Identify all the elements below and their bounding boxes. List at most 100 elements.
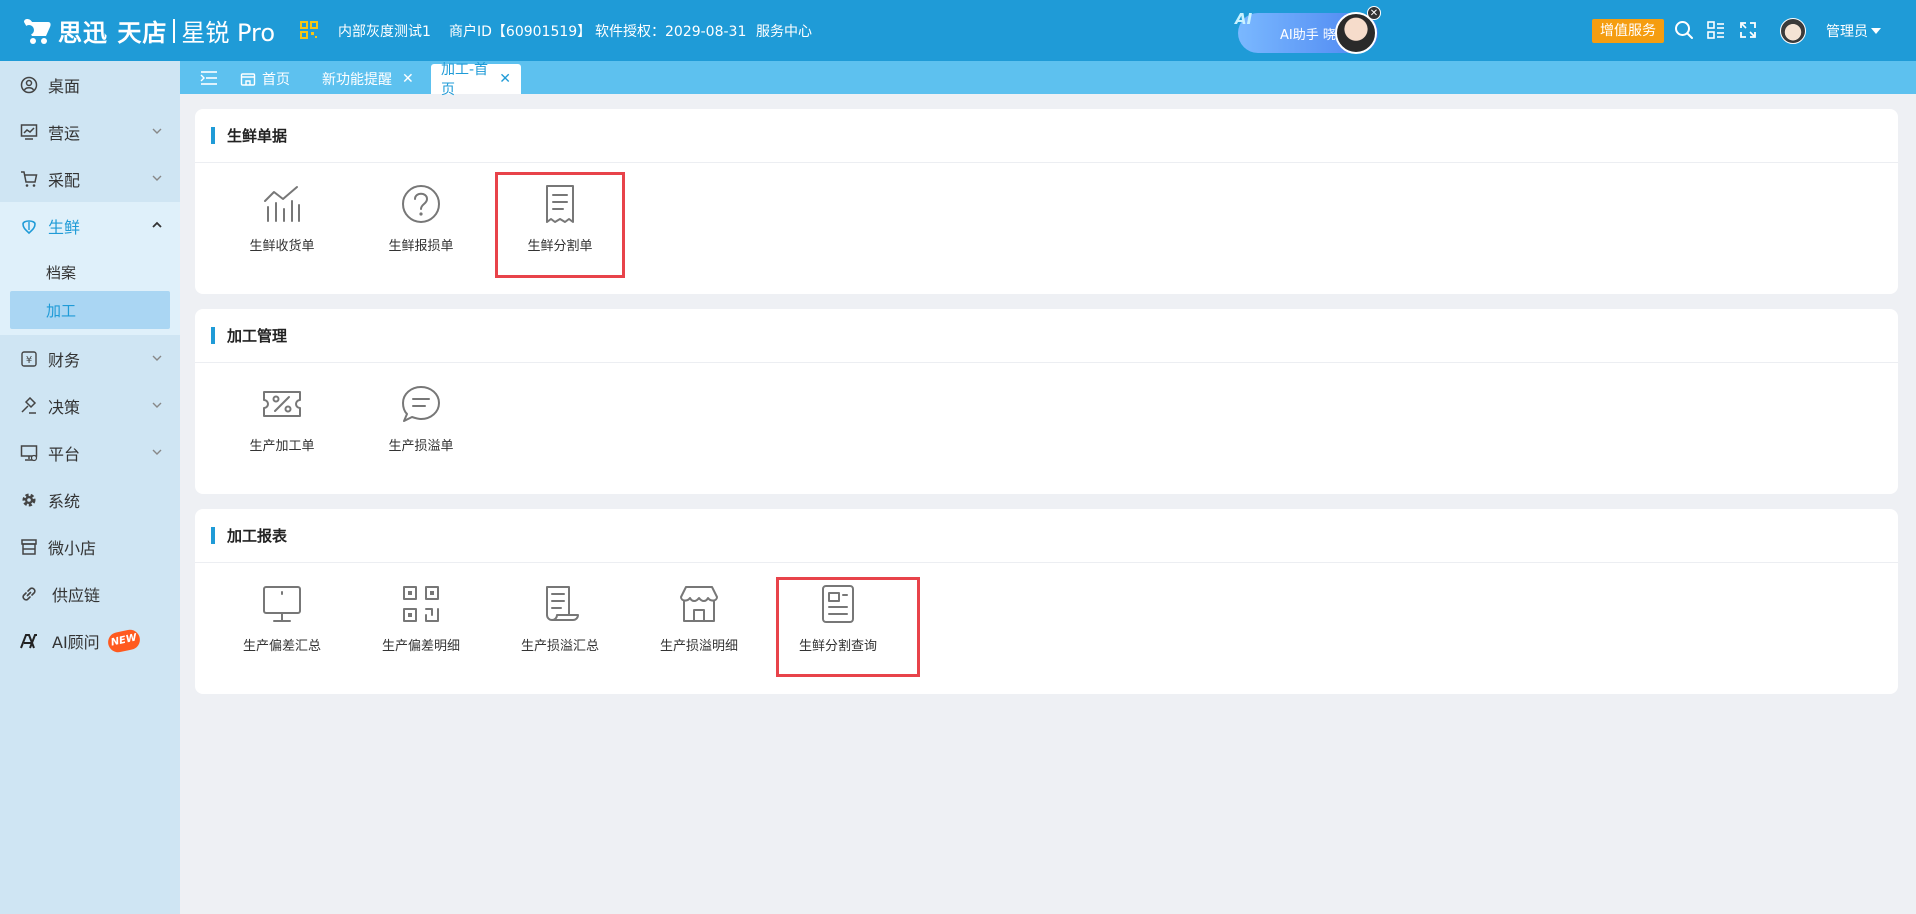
grid-menu-icon[interactable] <box>1706 20 1726 40</box>
sidebar-item-label: AI顾问 <box>52 632 100 652</box>
sidebar-subitem-archive[interactable]: 档案 <box>10 253 170 291</box>
dashboard-icon <box>20 76 38 93</box>
value-added-services-button[interactable]: 增值服务 <box>1592 19 1664 43</box>
tile-loss-summary[interactable]: 生产损溢汇总 <box>495 571 625 675</box>
tab-label: 首页 <box>262 72 290 88</box>
sidebar-item-procurement[interactable]: 采配 <box>0 155 180 202</box>
chevron-down-icon <box>152 402 162 408</box>
tab-label: 加工-首页 <box>441 62 489 98</box>
app-logo[interactable]: 思迅 天店 星锐 Pro <box>20 0 275 61</box>
cart-logo-icon <box>24 18 51 44</box>
logo-text: 思迅 天店 <box>58 19 168 47</box>
tile-fresh-loss[interactable]: 生鲜报损单 <box>356 171 486 275</box>
question-icon <box>402 185 440 223</box>
sidebar-item-operations[interactable]: 营运 <box>0 108 180 155</box>
section-header: 加工管理 <box>195 309 1898 363</box>
link-icon <box>22 586 36 601</box>
tab-label: 新功能提醒 <box>322 72 392 88</box>
sidebar-item-platform[interactable]: 平台 <box>0 429 180 476</box>
sidebar-item-system[interactable]: 系统 <box>0 476 180 523</box>
sidebar-item-label: 生鲜 <box>48 217 81 237</box>
monitor-icon <box>263 586 301 622</box>
tile-production-loss[interactable]: 生产损溢单 <box>356 371 486 475</box>
sidebar-item-label: 微小店 <box>48 538 97 558</box>
chevron-down-icon <box>152 128 162 134</box>
section-processing-management: 加工管理 生产加工单 生产损溢单 <box>195 309 1898 494</box>
top-header: 思迅 天店 星锐 Pro 内部灰度测试1 商户ID【60901519】 软件授权… <box>0 0 1916 61</box>
tile-label: 生产损溢汇总 <box>520 639 599 654</box>
sidebar-item-label: 决策 <box>48 397 81 417</box>
chart-icon <box>264 186 300 222</box>
section-accent-bar <box>211 327 215 344</box>
search-icon[interactable] <box>1674 20 1694 40</box>
tile-loss-detail[interactable]: 生产损溢明细 <box>634 571 764 675</box>
section-accent-bar <box>211 127 215 144</box>
ai-icon <box>20 633 37 648</box>
collapse-menu-icon[interactable] <box>200 70 218 86</box>
chevron-down-icon <box>152 355 162 361</box>
sidebar-item-label: 采配 <box>48 170 81 190</box>
section-fresh-documents: 生鲜单据 生鲜收货单 生鲜报损单 生鲜分割单 <box>195 109 1898 294</box>
sidebar-item-decision[interactable]: 决策 <box>0 382 180 429</box>
sidebar-item-label: 供应链 <box>52 585 101 605</box>
sidebar-item-desktop[interactable]: 桌面 <box>0 61 180 108</box>
sidebar-item-label: 平台 <box>48 444 81 464</box>
gear-icon <box>22 493 36 506</box>
svg-text:¥: ¥ <box>26 355 32 366</box>
chevron-down-icon <box>152 449 162 455</box>
merchant-id: 商户ID【60901519】 <box>449 23 592 40</box>
fullscreen-icon[interactable] <box>1738 20 1758 40</box>
sidebar-subitem-processing[interactable]: 加工 <box>10 291 170 329</box>
sidebar-item-fresh[interactable]: 生鲜 <box>0 202 180 249</box>
qr-icon <box>403 586 439 622</box>
tab-new-features[interactable]: 新功能提醒 ✕ <box>322 64 414 94</box>
section-accent-bar <box>211 527 215 544</box>
section-title: 加工报表 <box>227 527 288 545</box>
tile-production-order[interactable]: 生产加工单 <box>217 371 347 475</box>
sidebar-item-label: 系统 <box>48 491 81 511</box>
tile-deviation-summary[interactable]: 生产偏差汇总 <box>217 571 347 675</box>
sidebar-item-finance[interactable]: ¥ 财务 <box>0 335 180 382</box>
operations-icon <box>20 123 38 140</box>
tile-deviation-detail[interactable]: 生产偏差明细 <box>356 571 486 675</box>
section-processing-reports: 加工报表 生产偏差汇总 生产偏差明细 生产损溢汇总 生产损溢明细 生鲜分割查询 <box>195 509 1898 694</box>
fresh-icon <box>22 219 36 234</box>
chevron-up-icon <box>152 221 162 228</box>
sidebar-item-supply-chain[interactable]: 供应链 <box>0 570 180 617</box>
ai-close-icon[interactable]: ✕ <box>1367 6 1381 20</box>
chevron-down-icon <box>152 175 162 181</box>
close-icon[interactable]: ✕ <box>499 71 511 87</box>
user-name: 管理员 <box>1826 23 1868 40</box>
cart-icon <box>21 170 38 187</box>
license-expiry: 软件授权：2029-08-31 <box>595 23 747 40</box>
sidebar-item-mini-shop[interactable]: 微小店 <box>0 523 180 570</box>
close-icon[interactable]: ✕ <box>402 71 414 87</box>
org-name: 内部灰度测试1 <box>338 23 431 40</box>
tile-label: 生产损溢明细 <box>659 639 738 654</box>
chat-icon <box>402 386 440 422</box>
section-header: 生鲜单据 <box>195 109 1898 163</box>
ai-badge: AI <box>1235 10 1253 28</box>
decision-icon <box>21 396 37 414</box>
user-avatar[interactable] <box>1780 18 1806 44</box>
sidebar-item-ai-advisor[interactable]: AI顾问 NEW <box>0 617 180 664</box>
tab-bar: 首页 新功能提醒 ✕ 加工-首页 ✕ <box>180 61 1916 98</box>
tile-label: 生产偏差汇总 <box>242 639 321 654</box>
service-center-link[interactable]: 服务中心 <box>756 0 812 61</box>
new-badge: NEW <box>105 627 142 654</box>
qr-code-icon[interactable] <box>300 21 318 39</box>
shop-icon <box>21 538 37 555</box>
tile-label: 生产损溢单 <box>388 439 454 454</box>
tile-fresh-receipt[interactable]: 生鲜收货单 <box>217 171 347 275</box>
tile-label: 生产加工单 <box>249 439 315 454</box>
tab-processing-home[interactable]: 加工-首页 ✕ <box>431 62 521 98</box>
sidebar-item-label: 桌面 <box>48 76 81 96</box>
logo-divider <box>173 18 176 43</box>
tab-home[interactable]: 首页 <box>240 64 290 94</box>
section-title: 加工管理 <box>227 327 288 345</box>
fresh-submenu: 档案 加工 <box>0 249 180 335</box>
user-menu[interactable]: 管理员 <box>1826 0 1881 61</box>
sidebar-item-label: 财务 <box>48 350 81 370</box>
tile-label: 生鲜报损单 <box>388 239 454 254</box>
tile-label: 生鲜收货单 <box>249 239 315 254</box>
